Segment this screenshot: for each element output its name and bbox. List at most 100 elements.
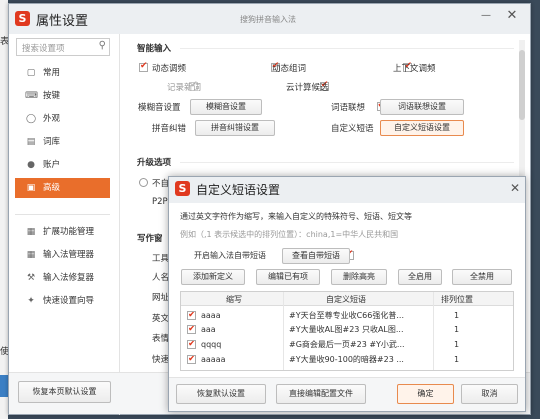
writing-option-label: 表情 xyxy=(152,334,170,344)
section-divider xyxy=(180,162,514,163)
cloud-candidates-label: 云计算候选 xyxy=(286,83,329,93)
dynamic-compose-label: 动态组词 xyxy=(272,64,307,74)
dialog-example: 例如（,1 表示候选中的排列位置）：china,1=中华人民共和国 xyxy=(180,230,399,239)
delete-highlighted-button[interactable]: 删除高亮 xyxy=(331,269,387,285)
table-row[interactable]: aaaaa #Y大量收90-100的暗器#23 ... 1 xyxy=(183,353,511,366)
briefcase-icon: ▣ xyxy=(26,183,36,193)
row-position: 1 xyxy=(454,311,460,320)
sidebar-item-label: 高级 xyxy=(43,183,61,193)
enable-builtin-phrases-label: 开启输入法自带短语 xyxy=(194,251,266,260)
grid-icon: ▦ xyxy=(26,250,36,260)
sogou-logo-icon: S xyxy=(175,181,190,196)
tshirt-icon: ◯ xyxy=(25,114,37,124)
minimize-icon[interactable]: — xyxy=(480,10,492,22)
writing-option-label: 工具 xyxy=(152,254,170,264)
row-position: 1 xyxy=(454,340,460,349)
row-position: 1 xyxy=(454,355,460,364)
row-abbr: aaaaa xyxy=(201,355,226,364)
upgrade-option-radio[interactable] xyxy=(139,178,148,187)
disable-all-button[interactable]: 全禁用 xyxy=(452,269,512,285)
row-abbr: aaa xyxy=(201,325,216,334)
sidebar-item-label: 词库 xyxy=(43,137,61,147)
ok-button[interactable]: 确定 xyxy=(397,384,454,404)
row-abbr: aaaa xyxy=(201,311,221,320)
pinyin-correct-settings-button[interactable]: 拼音纠错设置 xyxy=(195,120,275,136)
table-row[interactable]: qqqq #G商会最后一页#23 #Y小武... 1 xyxy=(183,338,511,351)
row-position: 1 xyxy=(454,325,460,334)
add-definition-button[interactable]: 添加新定义 xyxy=(181,269,245,285)
window-title: 属性设置 xyxy=(36,14,89,29)
dynamic-freq-label: 动态调频 xyxy=(152,64,187,74)
sidebar-item-advanced[interactable]: ▣ 高级 xyxy=(15,178,110,198)
table-row[interactable]: aaaa #Y天台至尊专业收C66强化普... 1 xyxy=(183,309,511,322)
close-icon[interactable]: ✕ xyxy=(505,8,519,23)
word-assoc-label: 词语联想 xyxy=(331,103,366,113)
pinyin-correct-label: 拼音纠错 xyxy=(152,124,187,134)
sidebar-item-common[interactable]: ▢ 常用 xyxy=(15,63,110,83)
dialog-title: 自定义短语设置 xyxy=(196,183,281,197)
smart-input-heading: 智能输入 xyxy=(137,44,172,54)
row-checkbox[interactable] xyxy=(187,325,196,334)
writing-heading: 写作窗 xyxy=(137,234,163,244)
sidebar-item-keys[interactable]: ⌨ 按键 xyxy=(15,86,110,106)
column-header-phrase: 自定义短语 xyxy=(326,295,366,304)
upgrade-option-label: 不自 xyxy=(152,179,170,189)
window-center-title: 搜狗拼音输入法 xyxy=(240,15,296,24)
sidebar-item-label: 输入法修复器 xyxy=(43,273,95,283)
sidebar-item-label: 扩展功能管理 xyxy=(43,227,95,237)
background-blue-tab xyxy=(0,375,8,397)
sogou-logo-icon: S xyxy=(15,11,30,26)
dialog-close-icon[interactable]: ✕ xyxy=(508,181,522,195)
sidebar-item-label: 快速设置向导 xyxy=(43,296,95,306)
table-row[interactable]: aaa #Y大量收AL图#23 只收AL图... 1 xyxy=(183,323,511,336)
row-phrase: #Y天台至尊专业收C66强化普... xyxy=(289,311,404,320)
search-icon[interactable]: ⚲ xyxy=(99,40,106,51)
section-divider xyxy=(180,48,514,49)
wand-icon: ✦ xyxy=(27,296,35,306)
writing-option-label: 英文 xyxy=(152,314,170,324)
sidebar-separator xyxy=(119,34,120,415)
sidebar-item-label: 账户 xyxy=(43,160,61,170)
enable-all-button[interactable]: 全启用 xyxy=(398,269,442,285)
fuzzy-settings-button[interactable]: 模糊音设置 xyxy=(190,99,262,115)
restore-page-defaults-button[interactable]: 恢复本页默认设置 xyxy=(18,381,111,403)
word-assoc-settings-button[interactable]: 词语联想设置 xyxy=(380,99,464,115)
search-input[interactable]: 搜索设置项 ⚲ xyxy=(16,38,110,56)
sidebar-item-ime-repair[interactable]: ⚒ 输入法修复器 xyxy=(15,268,110,288)
row-checkbox[interactable] xyxy=(187,340,196,349)
sidebar-item-label: 常用 xyxy=(43,68,61,78)
grid-icon: ▦ xyxy=(26,227,36,237)
custom-phrase-settings-button[interactable]: 自定义短语设置 xyxy=(380,120,464,136)
sidebar-item-extensions[interactable]: ▦ 扩展功能管理 xyxy=(15,222,110,242)
sidebar-item-dictionary[interactable]: ▤ 词库 xyxy=(15,132,110,152)
column-header-position: 排列位置 xyxy=(441,295,473,304)
p2p-option-label: P2P xyxy=(152,197,168,207)
row-checkbox[interactable] xyxy=(187,355,196,364)
custom-phrase-label: 自定义短语 xyxy=(331,124,374,134)
row-abbr: qqqq xyxy=(201,340,222,349)
edit-config-file-button[interactable]: 直接编辑配置文件 xyxy=(276,384,366,404)
sidebar-item-ime-manager[interactable]: ▦ 输入法管理器 xyxy=(15,245,110,265)
restore-defaults-button[interactable]: 恢复默认设置 xyxy=(176,384,266,404)
upgrade-heading: 升级选项 xyxy=(137,158,172,168)
view-builtin-phrases-button[interactable]: 查看自带短语 xyxy=(282,248,350,264)
sidebar-item-label: 外观 xyxy=(43,114,61,124)
dynamic-freq-checkbox[interactable] xyxy=(139,61,148,72)
cancel-button[interactable]: 取消 xyxy=(461,384,518,404)
sidebar-item-wizard[interactable]: ✦ 快速设置向导 xyxy=(15,291,110,311)
scrollbar-thumb[interactable] xyxy=(519,50,525,120)
book-icon: ▤ xyxy=(26,137,36,147)
monitor-icon: ▢ xyxy=(26,68,36,78)
sidebar-item-account[interactable]: ● 账户 xyxy=(15,155,110,175)
column-header-abbr: 缩写 xyxy=(226,295,242,304)
row-phrase: #G商会最后一页#23 #Y小武... xyxy=(289,340,405,349)
sidebar-item-label: 输入法管理器 xyxy=(43,250,95,260)
edit-existing-button[interactable]: 编辑已有项 xyxy=(256,269,320,285)
sidebar-item-label: 按键 xyxy=(43,91,61,101)
row-checkbox[interactable] xyxy=(187,311,196,320)
row-phrase: #Y大量收AL图#23 只收AL图... xyxy=(289,325,404,334)
sidebar-item-appearance[interactable]: ◯ 外观 xyxy=(15,109,110,129)
keyboard-icon: ⌨ xyxy=(25,91,38,101)
row-phrase: #Y大量收90-100的暗器#23 ... xyxy=(289,355,404,364)
fuzzy-label: 模糊音设置 xyxy=(138,103,181,113)
